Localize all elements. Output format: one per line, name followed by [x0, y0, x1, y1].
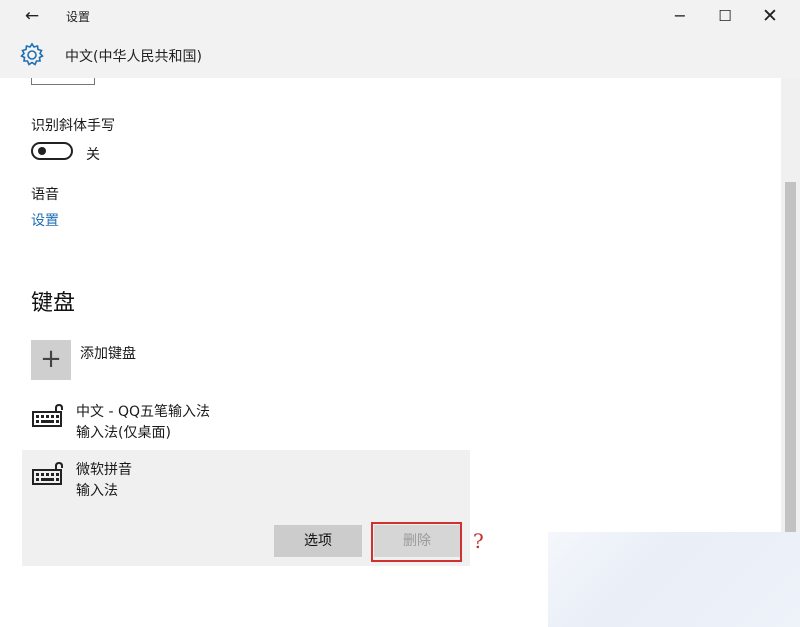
keyboard-item-subtitle: 输入法 [76, 483, 118, 499]
speech-settings-link[interactable]: 设置 [31, 210, 59, 230]
delete-highlight-box [371, 522, 462, 562]
plus-icon: + [40, 344, 62, 374]
window-title: 设置 [66, 10, 91, 24]
handwriting-toggle[interactable] [31, 142, 73, 160]
desktop-background [548, 532, 800, 627]
keyboard-icon [32, 462, 63, 485]
close-button[interactable]: ✕ [748, 0, 792, 32]
keyboard-icon [32, 404, 63, 427]
keyboard-item-title[interactable]: 中文 - QQ五笔输入法 [76, 401, 210, 421]
page-title: 中文(中华人民共和国) [65, 49, 202, 65]
toggle-state-label: 关 [86, 147, 100, 163]
back-button[interactable]: ← [16, 3, 48, 29]
back-arrow-icon: ← [24, 6, 40, 26]
handwriting-label: 识别斜体手写 [31, 118, 115, 134]
add-keyboard-label[interactable]: 添加键盘 [80, 343, 136, 363]
speech-label: 语音 [31, 187, 59, 203]
question-annotation: ? [473, 529, 484, 553]
options-button[interactable]: 选项 [274, 525, 362, 557]
keyboard-item-title[interactable]: 微软拼音 [76, 459, 132, 479]
partial-dropdown[interactable] [31, 78, 95, 85]
keyboard-item-subtitle: 输入法(仅桌面) [76, 425, 171, 441]
minimize-button[interactable]: − [658, 0, 702, 32]
add-keyboard-button[interactable]: + [31, 340, 71, 380]
title-bar: ← 设置 − ☐ ✕ [0, 0, 800, 32]
gear-icon [20, 42, 44, 66]
page-header: 中文(中华人民共和国) [0, 32, 800, 78]
keyboard-section-title: 键盘 [31, 291, 76, 316]
toggle-knob [38, 147, 46, 155]
maximize-button[interactable]: ☐ [703, 0, 747, 32]
